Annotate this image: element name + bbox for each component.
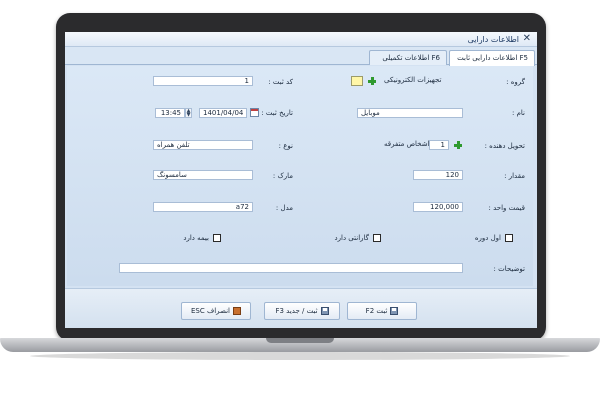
- form-panel: گروه : تجهیزات الکترونیکی نام : موبایل ت…: [67, 66, 533, 286]
- reg-date-label: تاریخ ثبت :: [261, 109, 293, 117]
- add-deliverer-icon[interactable]: [453, 140, 463, 150]
- notes-label: توضیحات :: [493, 265, 525, 273]
- delivered-by-code-input[interactable]: 1: [429, 140, 449, 150]
- group-label: گروه :: [506, 78, 525, 86]
- notes-input[interactable]: [119, 263, 463, 273]
- group-code-input[interactable]: [351, 76, 363, 86]
- tab-bar: F5 اطلاعات دارایی ثابت F6 اطلاعات تکمیلی: [65, 47, 537, 66]
- laptop-shadow: [30, 352, 570, 360]
- tab-additional-info[interactable]: F6 اطلاعات تکمیلی: [369, 50, 447, 65]
- exit-icon: [233, 307, 242, 315]
- floppy-disk-icon: [320, 307, 329, 315]
- warranty-checkbox[interactable]: [373, 234, 381, 242]
- insurance-label: بیمه دارد: [183, 234, 209, 242]
- unit-price-input[interactable]: 120,000: [413, 202, 463, 212]
- type-label: نوع :: [278, 142, 293, 150]
- laptop-notch: [266, 338, 334, 343]
- floppy-disk-icon: [390, 307, 399, 315]
- quantity-label: مقدار :: [504, 172, 525, 180]
- tab-fixed-asset-info[interactable]: F5 اطلاعات دارایی ثابت: [449, 50, 535, 66]
- unit-price-label: قیمت واحد :: [488, 204, 525, 212]
- reg-time-input[interactable]: 13:45: [155, 108, 185, 118]
- save-button[interactable]: ثبت F2: [347, 302, 417, 320]
- button-bar: ثبت F2 ثبت / جدید F3 انصراف ESC: [65, 288, 537, 328]
- quantity-input[interactable]: 120: [413, 170, 463, 180]
- add-group-icon[interactable]: [367, 76, 377, 86]
- app-window: ✕ اطلاعات دارایی F5 اطلاعات دارایی ثابت …: [65, 32, 537, 328]
- reg-code-input[interactable]: 1: [153, 76, 253, 86]
- cancel-button[interactable]: انصراف ESC: [181, 302, 251, 320]
- brand-label: مارک :: [272, 172, 293, 180]
- close-icon[interactable]: ✕: [523, 33, 531, 44]
- window-title: اطلاعات دارایی: [467, 35, 519, 44]
- model-label: مدل :: [275, 204, 293, 212]
- delivered-by-label: تحویل دهنده :: [484, 142, 525, 150]
- window-titlebar: ✕ اطلاعات دارایی: [65, 32, 537, 47]
- save-and-new-button[interactable]: ثبت / جدید F3: [264, 302, 340, 320]
- name-label: نام :: [512, 109, 525, 117]
- brand-input[interactable]: سامسونگ: [153, 170, 253, 180]
- time-spinner[interactable]: ▲ ▼: [185, 108, 192, 118]
- type-input[interactable]: تلفن همراه: [153, 140, 253, 150]
- calendar-icon[interactable]: [250, 108, 259, 117]
- group-name-text: تجهیزات الکترونیکی: [384, 76, 442, 84]
- start-of-period-checkbox[interactable]: [505, 234, 513, 242]
- start-of-period-label: اول دوره: [474, 234, 501, 242]
- reg-date-input[interactable]: 1401/04/04: [199, 108, 247, 118]
- reg-code-label: کد ثبت :: [268, 78, 293, 86]
- insurance-checkbox[interactable]: [213, 234, 221, 242]
- warranty-label: گارانتی دارد: [334, 234, 369, 242]
- name-input[interactable]: موبایل: [357, 108, 463, 118]
- model-input[interactable]: a72: [153, 202, 253, 212]
